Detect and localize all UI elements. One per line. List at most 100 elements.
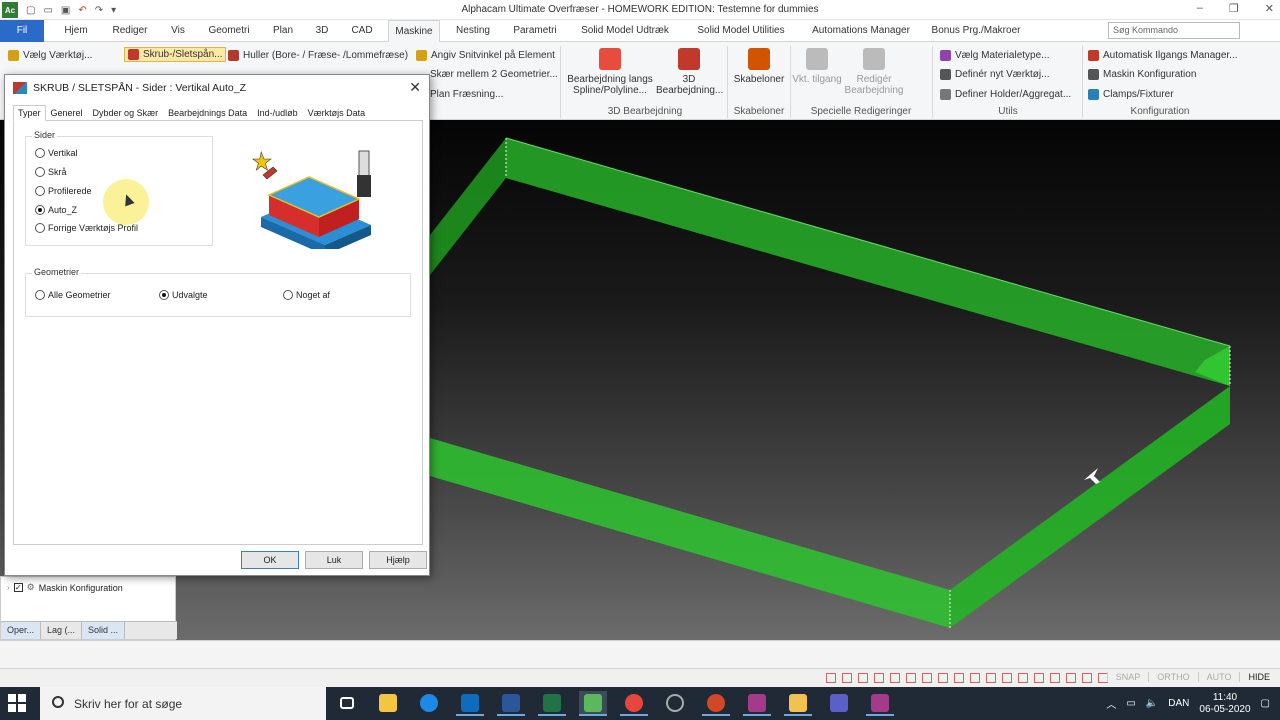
tab-rediger[interactable]: Rediger (106, 20, 154, 42)
dialog-close-icon[interactable]: ✕ (409, 79, 421, 96)
snap-mode-icon[interactable] (874, 673, 884, 683)
radio-circle[interactable] (35, 167, 45, 177)
ortho-toggle[interactable]: ORTHO (1148, 672, 1197, 682)
help-button[interactable]: Hjælp (369, 551, 427, 569)
ok-button[interactable]: OK (241, 551, 299, 569)
panel-tab-solid[interactable]: Solid ... (82, 622, 126, 639)
snap-mode-icon[interactable] (1034, 673, 1044, 683)
machine-along-spline-button[interactable]: Bearbejdning langs Spline/Polyline... (564, 48, 656, 96)
tree-item-machine-config[interactable]: › ✓ ⚙ Maskin Konfiguration (7, 582, 123, 593)
dialog-tab-generel[interactable]: Generel (46, 105, 88, 120)
select-material-button[interactable]: Vælg Materialetype... (940, 50, 1050, 61)
outlook-icon[interactable] (456, 691, 484, 716)
file-explorer-icon[interactable] (374, 691, 402, 716)
radio-auto-z[interactable]: Auto_Z (35, 205, 77, 215)
snap-mode-icon[interactable] (922, 673, 932, 683)
close-button[interactable]: Luk (305, 551, 363, 569)
radio-noget-af[interactable]: Noget af (283, 290, 330, 300)
teams-icon[interactable] (825, 691, 853, 716)
radio-circle-selected[interactable] (35, 205, 45, 215)
alphacam-icon[interactable] (579, 691, 607, 716)
radio-udvalgte[interactable]: Udvalgte (159, 290, 208, 300)
snap-mode-icon[interactable] (1018, 673, 1028, 683)
templates-button[interactable]: Skabeloner (730, 48, 788, 85)
snap-mode-icon[interactable] (938, 673, 948, 683)
snap-mode-icon[interactable] (858, 673, 868, 683)
tool-approach-button[interactable]: Vkt. tilgang (792, 48, 842, 85)
radio-skraa[interactable]: Skrå (35, 167, 67, 177)
word-icon[interactable] (497, 691, 525, 716)
tab-solid-model-utilities[interactable]: Solid Model Utilities (686, 20, 796, 42)
tray-chevron-icon[interactable]: ︿ (1106, 696, 1116, 711)
snap-mode-icon[interactable] (906, 673, 916, 683)
green-frame-model[interactable] (430, 137, 1231, 628)
tab-cad[interactable]: CAD (344, 20, 380, 42)
expand-chevron-icon[interactable]: › (7, 583, 10, 592)
tab-plan[interactable]: Plan (266, 20, 300, 42)
radio-profilerede[interactable]: Profilerede (35, 186, 92, 196)
tab-maskine[interactable]: Maskine (388, 20, 440, 43)
edit-machining-button[interactable]: Redigér Bearbejdning (842, 48, 906, 96)
windows-start-icon[interactable] (8, 694, 28, 714)
radio-circle[interactable] (35, 148, 45, 158)
hide-toggle[interactable]: HIDE (1239, 672, 1278, 682)
dialog-tab-vaerktoejs-data[interactable]: Værktøjs Data (303, 105, 371, 120)
rough-finish-button[interactable]: Skrub-/Sletspån... (124, 47, 227, 62)
tab-parametri[interactable]: Parametri (506, 20, 564, 42)
screen-capture-icon[interactable] (866, 691, 894, 716)
minimize-button[interactable]: – (1197, 2, 1203, 15)
tab-nesting[interactable]: Nesting (448, 20, 498, 42)
command-search-input[interactable]: Søg Kommando (1108, 22, 1240, 39)
dialog-tab-typer[interactable]: Typer (13, 105, 46, 121)
snap-mode-icon[interactable] (970, 673, 980, 683)
radio-circle[interactable] (35, 223, 45, 233)
command-line-area[interactable] (0, 640, 1280, 668)
machine-config-button[interactable]: Maskin Konfiguration (1088, 69, 1196, 80)
recorder-app-icon[interactable] (743, 691, 771, 716)
dialog-tab-bearbejdnings-data[interactable]: Bearbejdnings Data (163, 105, 252, 120)
chrome-icon[interactable] (620, 691, 648, 716)
restore-button[interactable]: ❐ (1229, 2, 1239, 15)
tab-3d[interactable]: 3D (308, 20, 336, 42)
holes-button[interactable]: Huller (Bore- / Fræse- /Lommefræse) (228, 50, 408, 61)
radio-circle[interactable] (283, 290, 293, 300)
powerpoint-icon[interactable] (702, 691, 730, 716)
taskbar-search-input[interactable]: Skriv her for at søge (40, 687, 326, 720)
tab-vis[interactable]: Vis (164, 20, 192, 42)
snap-mode-icon[interactable] (842, 673, 852, 683)
radio-circle[interactable] (35, 290, 45, 300)
language-indicator[interactable]: DAN (1168, 698, 1189, 709)
3d-machining-button[interactable]: 3D Bearbejdning... (656, 48, 723, 96)
notification-icon[interactable]: ▢ (1261, 698, 1270, 709)
auto-toggle[interactable]: AUTO (1197, 672, 1240, 682)
snap-mode-icon[interactable] (826, 673, 836, 683)
snap-mode-icon[interactable] (1066, 673, 1076, 683)
face-milling-button[interactable]: Plan Fræsning... (430, 89, 503, 100)
clamps-button[interactable]: Clamps/Fixturer (1088, 89, 1174, 100)
cut-between-geometries-button[interactable]: Skær mellem 2 Geometrier... (430, 69, 558, 80)
cut-angle-button[interactable]: Angiv Snitvinkel på Element (416, 50, 555, 61)
panel-tab-layers[interactable]: Lag (... (41, 622, 83, 639)
dialog-title-bar[interactable]: SKRUB / SLETSPÅN - Sider : Vertikal Auto… (5, 75, 429, 101)
close-window-button[interactable]: ✕ (1265, 2, 1274, 15)
tab-hjem[interactable]: Hjem (56, 20, 96, 42)
media-app-icon[interactable] (661, 691, 689, 716)
tree-checkbox[interactable]: ✓ (13, 583, 23, 592)
snap-mode-icon[interactable] (1050, 673, 1060, 683)
tab-bonus-prg[interactable]: Bonus Prg./Makroer (926, 20, 1026, 42)
radio-alle-geometrier[interactable]: Alle Geometrier (35, 290, 111, 300)
dialog-tab-dybder[interactable]: Dybder og Skær (88, 105, 164, 120)
tab-solid-model-udtraek[interactable]: Solid Model Udtræk (572, 20, 678, 42)
define-holder-button[interactable]: Definer Holder/Aggregat... (940, 89, 1071, 100)
snap-mode-icon[interactable] (1002, 673, 1012, 683)
panel-tab-operations[interactable]: Oper... (1, 622, 42, 639)
notes-app-icon[interactable] (784, 691, 812, 716)
radio-circle[interactable] (35, 186, 45, 196)
tab-file[interactable]: Fil (0, 20, 44, 42)
radio-circle-selected[interactable] (159, 290, 169, 300)
volume-icon[interactable]: 🔈 (1146, 698, 1158, 709)
clock[interactable]: 11:40 06-05-2020 (1199, 692, 1250, 716)
select-tool-button[interactable]: Vælg Værktøj... (8, 50, 92, 61)
tab-automations-manager[interactable]: Automations Manager (804, 20, 918, 42)
snap-mode-icon[interactable] (986, 673, 996, 683)
